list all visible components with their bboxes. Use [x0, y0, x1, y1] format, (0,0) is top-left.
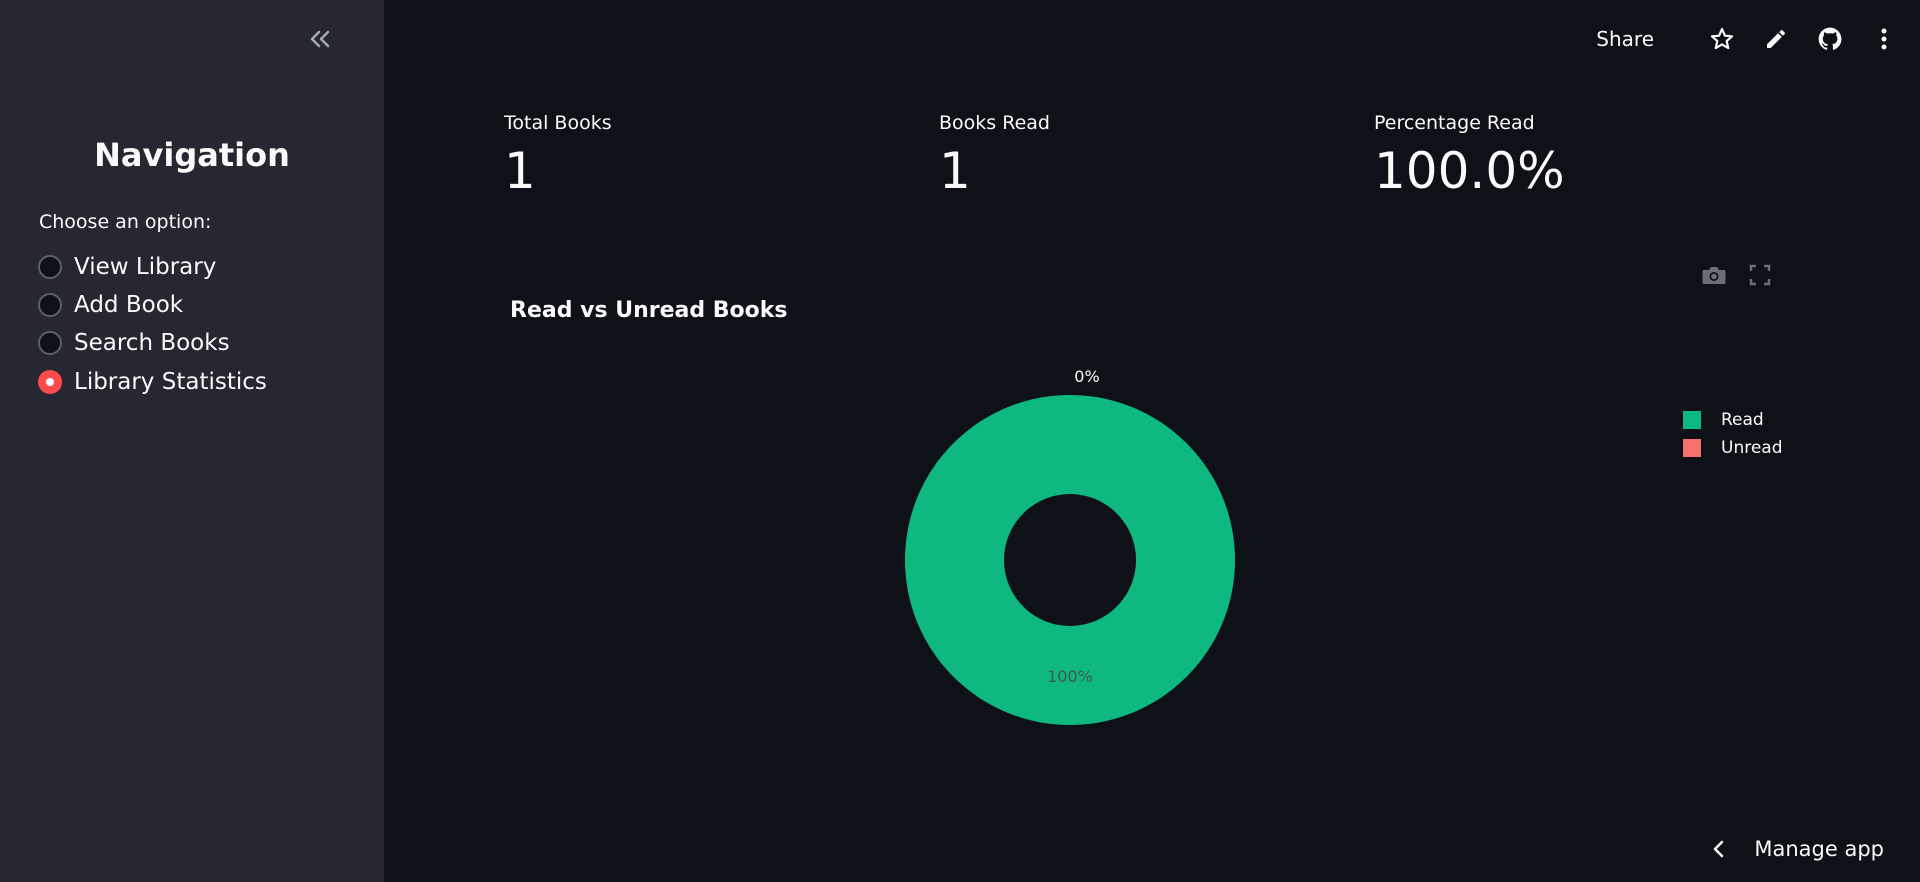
chart-toolbar [1700, 262, 1774, 288]
radio-button[interactable] [38, 255, 62, 279]
radio-option-view-library[interactable]: View Library [38, 251, 216, 283]
manage-app-label: Manage app [1754, 837, 1884, 861]
sidebar-title: Navigation [94, 136, 290, 174]
radio-option-library-statistics[interactable]: Library Statistics [38, 366, 267, 398]
share-button[interactable]: Share [1596, 27, 1654, 51]
radio-option-search-books[interactable]: Search Books [38, 327, 230, 359]
metric-value: 1 [939, 142, 971, 200]
radio-option-label: Library Statistics [74, 369, 267, 395]
radio-group-label: Choose an option: [39, 211, 212, 233]
metric-books-read: Books Read 1 [939, 112, 1050, 196]
legend-item-unread[interactable]: Unread [1683, 434, 1783, 462]
legend-label: Read [1721, 410, 1764, 430]
metric-label: Books Read [939, 112, 1050, 134]
app-root: Navigation Choose an option: View Librar… [0, 0, 1920, 882]
radio-option-label: Search Books [74, 330, 230, 356]
legend-swatch [1683, 439, 1701, 457]
github-button[interactable] [1816, 25, 1844, 53]
camera-icon [1702, 267, 1726, 284]
radio-option-label: Add Book [74, 292, 184, 318]
metric-value: 1 [504, 142, 536, 200]
radio-button-selected[interactable] [38, 370, 62, 394]
slice-label-unread: 0% [1074, 367, 1099, 386]
radio-button[interactable] [38, 331, 62, 355]
metric-total-books: Total Books 1 [504, 112, 612, 196]
pencil-icon [1767, 30, 1785, 48]
favorite-button[interactable] [1708, 25, 1736, 53]
radio-button[interactable] [38, 293, 62, 317]
top-toolbar: Share [1596, 20, 1898, 58]
manage-app-button[interactable]: Manage app [1712, 832, 1884, 866]
download-plot-button[interactable] [1700, 262, 1728, 288]
metric-percentage-read: Percentage Read 100.0% [1374, 112, 1565, 196]
double-chevron-left-icon [310, 30, 330, 48]
slice-label-read: 100% [1047, 667, 1093, 686]
metric-label: Percentage Read [1374, 112, 1535, 134]
radio-selected-dot [46, 378, 54, 386]
star-icon [1710, 27, 1734, 50]
edit-button[interactable] [1762, 25, 1790, 53]
fullscreen-icon [1749, 264, 1771, 286]
legend-label: Unread [1721, 438, 1783, 458]
chart-legend: Read Unread [1683, 406, 1783, 462]
radio-option-label: View Library [74, 254, 217, 280]
donut-chart: 100% 0% [904, 367, 1235, 725]
legend-swatch [1683, 411, 1701, 429]
more-vertical-icon [1881, 28, 1887, 50]
chart-title: Read vs Unread Books [510, 298, 788, 323]
main-menu-button[interactable] [1870, 25, 1898, 53]
sidebar: Navigation Choose an option: View Librar… [0, 0, 384, 882]
github-icon [1818, 27, 1842, 50]
radio-option-add-book[interactable]: Add Book [38, 289, 183, 321]
metric-value: 100.0% [1374, 142, 1565, 200]
legend-item-read[interactable]: Read [1683, 406, 1783, 434]
collapse-sidebar-button[interactable] [303, 24, 337, 54]
metric-label: Total Books [504, 112, 612, 134]
fullscreen-button[interactable] [1746, 262, 1774, 288]
chevron-left-icon [1714, 840, 1724, 858]
